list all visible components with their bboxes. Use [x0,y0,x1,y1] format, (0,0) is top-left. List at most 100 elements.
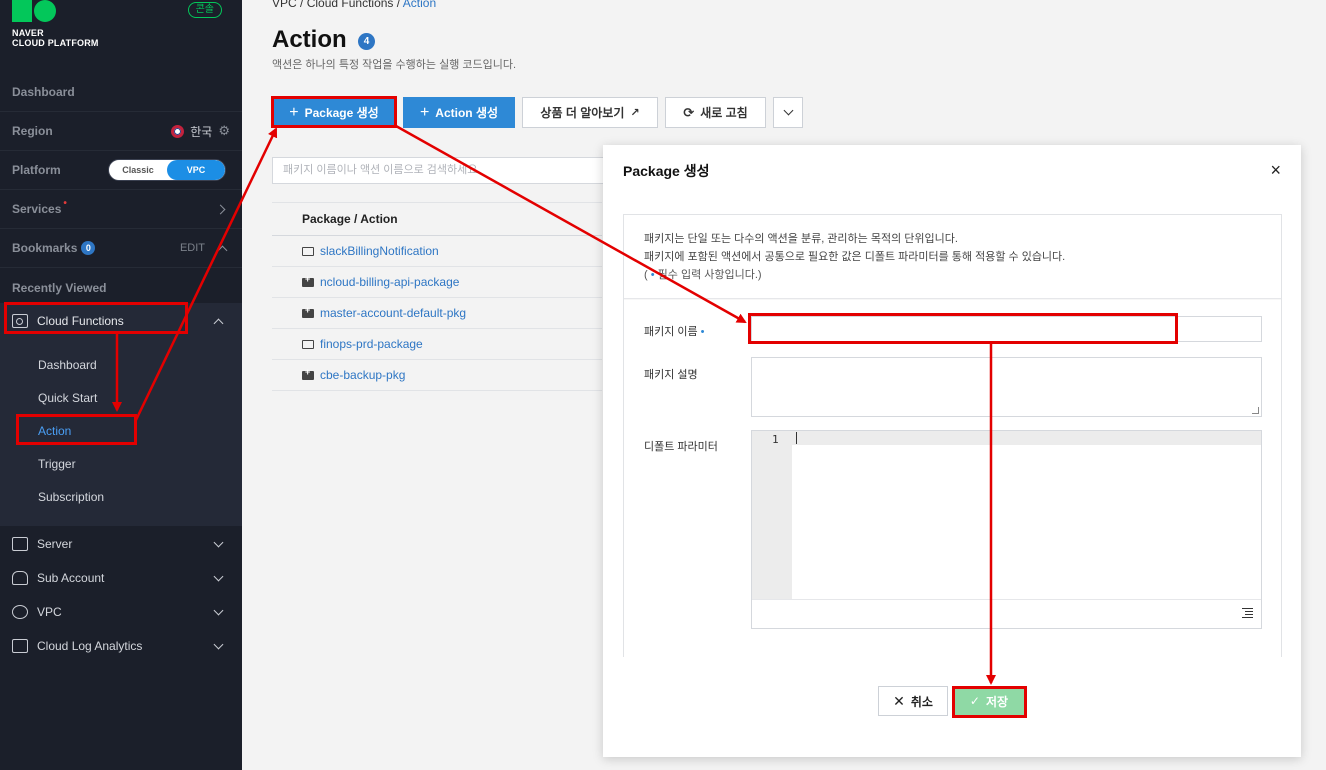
logo-line1: NAVER [12,28,44,38]
submenu-quick-start[interactable]: Quick Start [38,391,97,405]
sidebar-dashboard-label: Dashboard [12,85,75,99]
breadcrumb-action: Action [402,0,437,10]
more-dropdown-button[interactable] [773,97,803,128]
sidebar-services[interactable]: Services • [0,190,242,229]
check-icon: ✓ [969,694,980,708]
search-input[interactable]: 패키지 이름이나 액션 이름으로 검색하세요. [272,157,607,184]
sidebar-item-vpc[interactable]: VPC [0,595,242,629]
bookmarks-count-badge: 0 [81,241,96,255]
close-icon[interactable]: × [1270,161,1281,179]
services-label: Services [12,202,62,216]
chevron-up-icon [213,318,224,328]
plus-icon: + [289,103,299,121]
log-analytics-icon [12,639,28,653]
logo-line2: CLOUD PLATFORM [12,38,99,48]
package-create-button[interactable]: + Package 생성 [272,97,396,128]
naver-cloud-logo[interactable]: NAVER CLOUD PLATFORM [12,0,99,48]
format-code-icon[interactable] [1242,608,1253,618]
sidebar-region[interactable]: Region 한국 ⚙ [0,112,242,151]
people-icon [12,571,28,585]
list-item[interactable]: cbe-backup-pkg [272,360,602,391]
submenu-action[interactable]: Action [38,424,71,438]
list-item[interactable]: slackBillingNotification [272,236,602,267]
vpc-icon [12,605,28,619]
sidebar-item-cloud-log-analytics[interactable]: Cloud Log Analytics [0,629,242,663]
sidebar-platform: Platform Classic VPC [0,151,242,190]
breadcrumb-cloud-functions[interactable]: Cloud Functions [307,0,394,10]
bookmarks-edit-button[interactable]: EDIT [180,242,205,254]
vpc-label: VPC [37,605,62,619]
editor-footer [752,599,1261,628]
list-header: Package / Action [272,202,602,236]
services-new-mark: • [63,198,67,209]
list-item[interactable]: finops-prd-package [272,329,602,360]
cloud-log-analytics-label: Cloud Log Analytics [37,639,143,653]
modal-footer: ✕ 취소 ✓ 저장 [878,686,1024,716]
sidebar-item-sub-account[interactable]: Sub Account [0,561,242,595]
package-form: 패키지 이름 • 패키지 설명 디폴트 파라미터 1 [624,300,1281,657]
action-create-button[interactable]: + Action 생성 [403,97,515,128]
info-box: 패키지는 단일 또는 다수의 액션을 분류, 관리하는 목적의 단위입니다. 패… [624,215,1281,299]
region-value: 한국 [190,124,213,139]
page-title: Action [272,26,347,53]
cancel-button[interactable]: ✕ 취소 [878,686,948,716]
refresh-button[interactable]: ⟳ 새로 고침 [665,97,766,128]
sidebar-bookmarks[interactable]: Bookmarks 0 EDIT [0,229,242,268]
sidebar-item-cloud-functions[interactable]: Cloud Functions [0,303,242,339]
sidebar-dashboard[interactable]: Dashboard [0,73,242,112]
package-folder-icon [302,367,314,380]
default-params-editor[interactable]: 1 [751,430,1262,629]
refresh-icon: ⟳ [683,104,695,120]
bookmarks-label: Bookmarks [12,241,78,255]
submenu-trigger[interactable]: Trigger [38,457,76,471]
chevron-up-icon[interactable] [217,245,228,255]
info-line2: 패키지에 포함된 액션에서 공통으로 필요한 값은 디폴트 파라미터를 통해 적… [644,251,1066,263]
info-line1: 패키지는 단일 또는 다수의 액션을 분류, 관리하는 목적의 단위입니다. [644,233,958,245]
plus-icon: + [419,103,430,121]
chevron-down-icon [213,639,224,649]
package-description-textarea[interactable] [751,357,1262,417]
required-dot-icon: • [700,326,705,338]
platform-toggle[interactable]: Classic VPC [108,159,226,181]
console-badge[interactable]: 콘솔 [187,2,222,18]
editor-active-line [792,431,1261,445]
region-label: Region [12,124,53,138]
modal-title: Package 생성 [623,163,710,179]
package-desc-label: 패키지 설명 [644,369,698,381]
platform-label: Platform [12,163,61,177]
external-link-icon: ↗ [630,107,640,119]
chevron-down-icon [213,571,224,581]
breadcrumb-vpc[interactable]: VPC [272,0,297,10]
package-folder-icon [302,305,314,318]
server-label: Server [37,537,73,551]
submenu-dashboard[interactable]: Dashboard [38,358,97,372]
learn-more-button[interactable]: 상품 더 알아보기 ↗ [522,97,658,128]
list-item[interactable]: master-account-default-pkg [272,298,602,329]
folder-icon [302,339,314,349]
package-create-modal: Package 생성 × 패키지는 단일 또는 다수의 액션을 분류, 관리하는… [603,145,1301,757]
submenu-subscription[interactable]: Subscription [38,490,104,504]
recently-viewed-label: Recently Viewed [12,280,107,295]
cloud-functions-label: Cloud Functions [37,314,124,328]
editor-gutter [752,431,792,599]
title-count-badge: 4 [358,33,375,50]
chevron-down-icon [783,105,793,116]
gear-icon[interactable]: ⚙ [218,123,230,139]
page-description: 액션은 하나의 특정 작업을 수행하는 실행 코드입니다. [272,59,517,71]
logo-mark-icon [12,0,99,22]
list-item[interactable]: ncloud-billing-api-package [272,267,602,298]
korea-flag-icon [171,124,185,138]
save-button[interactable]: ✓ 저장 [954,686,1024,716]
sidebar-item-server[interactable]: Server [0,527,242,561]
package-folder-icon [302,274,314,287]
platform-option-classic[interactable]: Classic [109,160,167,180]
cloud-functions-icon [12,314,28,328]
platform-option-vpc[interactable]: VPC [167,160,225,180]
breadcrumb: VPC / Cloud Functions / Action [272,0,436,10]
package-name-label: 패키지 이름 • [644,326,705,338]
chevron-down-icon [213,537,224,547]
server-icon [12,537,28,551]
sidebar-recently-viewed[interactable]: Recently Viewed [0,268,242,307]
default-params-label: 디폴트 파라미터 [644,441,718,453]
package-name-input[interactable] [751,316,1262,342]
